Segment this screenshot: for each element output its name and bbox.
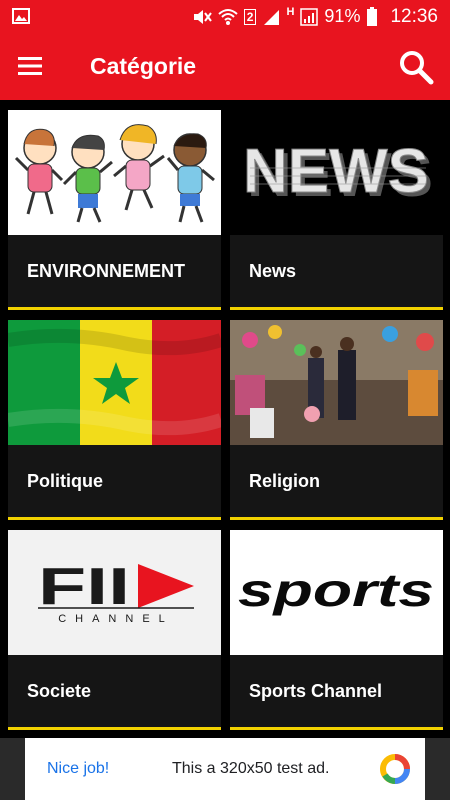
category-card-religion[interactable]: Religion	[230, 320, 443, 520]
fii-channel-logo-image: FII CHANNEL	[8, 530, 221, 655]
ceremony-photo-image	[230, 320, 443, 445]
status-bar: 2 H 91% 12:36	[0, 0, 450, 33]
senegal-flag-image	[8, 320, 221, 445]
category-label: ENVIRONNEMENT	[27, 261, 186, 281]
channel-logo-text: CHANNEL	[58, 613, 174, 625]
ad-nice-text: Nice job!	[47, 760, 110, 777]
ad-logo-icon	[380, 754, 410, 784]
network-type: H	[286, 6, 295, 18]
signal-icon	[264, 9, 280, 25]
category-card-environnement[interactable]: ENVIRONNEMENT	[8, 110, 221, 310]
battery-icon	[367, 6, 378, 26]
page-title: Catégorie	[90, 53, 197, 79]
ad-bar: Nice job! This a 320x50 test ad.	[0, 738, 450, 800]
signal-icon-2	[300, 7, 319, 26]
app-bar: Catégorie	[0, 33, 450, 100]
sim-badge: 2	[243, 8, 257, 25]
menu-icon[interactable]	[16, 55, 44, 77]
category-card-politique[interactable]: Politique	[8, 320, 221, 520]
wifi-icon	[218, 8, 238, 25]
category-card-news[interactable]: NEWS NEWS News	[230, 110, 443, 310]
category-grid: ENVIRONNEMENT NEWS NEWS News	[0, 100, 450, 738]
ad-text: This a 320x50 test ad.	[172, 760, 330, 777]
category-card-sports-channel[interactable]: sports Sports Channel	[230, 530, 443, 730]
sports-logo-text: sports	[238, 564, 434, 616]
cartoon-kids-image	[8, 110, 221, 235]
category-label: News	[249, 261, 297, 281]
battery-percent: 91%	[324, 6, 361, 26]
mute-icon	[193, 9, 212, 24]
category-label: Politique	[27, 471, 103, 491]
news-lettering-image: NEWS NEWS	[230, 110, 443, 235]
category-label: Religion	[249, 471, 320, 491]
sports-logo-image: sports	[230, 530, 443, 655]
category-label: Societe	[27, 681, 92, 701]
gallery-notification-icon	[12, 8, 30, 24]
category-label: Sports Channel	[249, 681, 383, 701]
news-image-text: NEWS	[243, 137, 429, 206]
clock: 12:36	[390, 5, 438, 27]
test-ad-banner[interactable]: Nice job! This a 320x50 test ad.	[25, 738, 425, 800]
search-icon[interactable]	[398, 49, 434, 85]
category-card-societe[interactable]: FII CHANNEL Societe	[8, 530, 221, 730]
